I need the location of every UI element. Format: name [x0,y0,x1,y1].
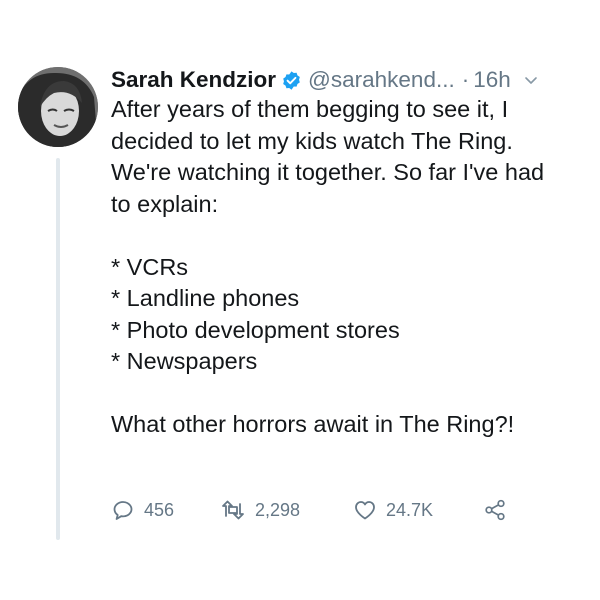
like-count: 24.7K [386,499,434,520]
body-line: to explain: [111,190,219,217]
reply-icon [111,498,135,522]
tweet: Sarah Kendzior @sarahkend... · 16h After… [0,0,600,600]
tweet-actions: 456 2,298 24.7K [111,497,531,523]
thread-line [56,158,60,540]
display-name[interactable]: Sarah Kendzior [111,66,276,94]
separator-dot: · [461,67,470,92]
handle[interactable]: @sarahkend... [308,66,455,94]
like-button[interactable]: 24.7K [353,497,433,523]
body-line: What other horrors await in The Ring?! [111,411,515,437]
list-item: * Photo development stores [111,316,400,343]
list-item: * Newspapers [111,348,258,374]
list-item: * VCRs [111,253,189,280]
reply-button[interactable]: 456 [111,497,174,523]
body-line: After years of them begging to see it, I [111,96,509,122]
body-line: decided to let my kids watch The Ring. [111,127,513,154]
retweet-count: 2,298 [255,499,301,520]
timestamp[interactable]: 16h [473,66,511,94]
list-item: * Landline phones [111,285,300,311]
tweet-header: Sarah Kendzior @sarahkend... · 16h [111,66,591,94]
like-icon [353,498,377,522]
tweet-body: After years of them begging to see it, I… [111,94,581,441]
body-line: We're watching it together. So far I've … [111,159,545,185]
share-icon [483,498,507,522]
reply-count: 456 [144,499,175,520]
retweet-button[interactable]: 2,298 [220,497,300,523]
retweet-icon [220,498,246,522]
share-button[interactable] [483,497,507,523]
avatar-photo [18,67,98,147]
verified-icon [281,70,302,91]
chevron-down-icon[interactable] [523,72,539,88]
avatar[interactable] [18,67,98,147]
